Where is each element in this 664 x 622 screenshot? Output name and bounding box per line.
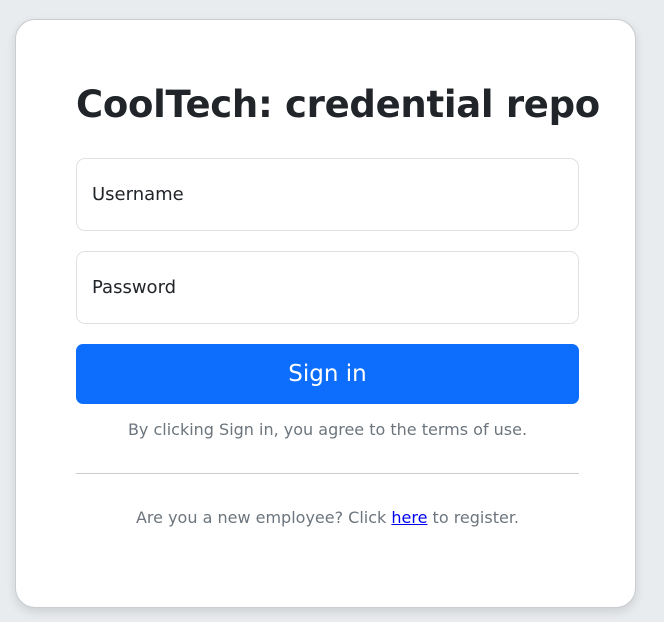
sign-in-button[interactable]: Sign in bbox=[76, 344, 579, 404]
page-title: CoolTech: credential repo bbox=[76, 83, 600, 126]
username-field-container bbox=[76, 158, 579, 231]
register-suffix-text: to register. bbox=[427, 508, 520, 527]
divider bbox=[76, 473, 579, 474]
login-card: CoolTech: credential repo Sign in By cli… bbox=[15, 19, 636, 608]
terms-notice: By clicking Sign in, you agree to the te… bbox=[127, 420, 528, 439]
register-prompt: Are you a new employee? Click here to re… bbox=[76, 508, 579, 527]
password-input[interactable] bbox=[77, 252, 578, 323]
register-link[interactable]: here bbox=[391, 508, 427, 527]
register-prefix-text: Are you a new employee? Click bbox=[135, 508, 392, 527]
username-input[interactable] bbox=[77, 159, 578, 230]
password-field-container bbox=[76, 251, 579, 324]
